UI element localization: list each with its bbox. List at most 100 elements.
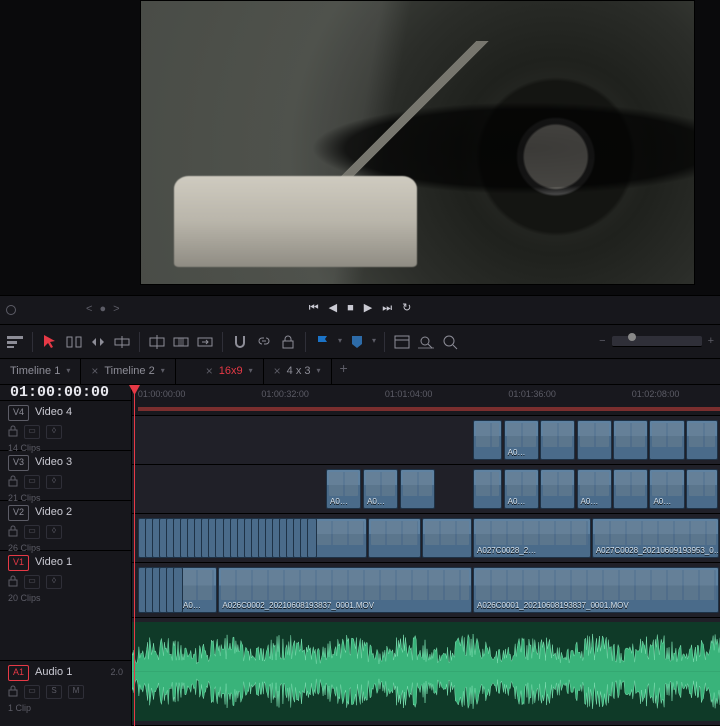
timeline-tab[interactable]: Timeline 1 ▾ (0, 359, 81, 384)
add-tab-button[interactable]: + (332, 359, 356, 384)
track-lane-a1[interactable] (132, 618, 720, 726)
scrub-bar[interactable]: < ● > ⏮ ◀ ■ ▶ ⏭ ↻ (0, 295, 720, 325)
clip[interactable] (540, 469, 575, 509)
lock-icon[interactable] (8, 575, 18, 589)
zoom-slider[interactable]: − + (467, 334, 714, 348)
program-monitor[interactable] (140, 0, 695, 285)
clip[interactable] (400, 469, 435, 509)
track-tag[interactable]: V1 (8, 555, 29, 571)
toggle-icon[interactable]: ◊ (46, 525, 62, 539)
track-header[interactable]: V4 Video 4 ▭ ◊ 14 Clips (0, 401, 131, 451)
clip[interactable] (173, 567, 183, 613)
lock-icon[interactable] (279, 333, 297, 351)
track-tag[interactable]: V4 (8, 405, 29, 421)
track-lane-v1[interactable]: A0…A026C0002_20210608193837_0001.MOVA026… (132, 563, 720, 618)
track-header[interactable]: V2 Video 2 ▭ ◊ 26 Clips (0, 501, 131, 551)
track-lane-v2[interactable]: A027C0028_2…A027C0028_20210609193953_0… (132, 514, 720, 563)
lock-icon[interactable] (8, 475, 18, 489)
lock-icon[interactable] (8, 685, 18, 699)
clip[interactable]: A0… (326, 469, 361, 509)
clip[interactable]: A0… (179, 567, 217, 613)
clip[interactable]: A0… (577, 469, 612, 509)
auto-select-icon[interactable]: ▭ (24, 575, 40, 589)
track-tag[interactable]: V3 (8, 455, 29, 471)
clip[interactable]: A0… (363, 469, 398, 509)
play-button[interactable]: ▶ (364, 301, 372, 315)
loop-button[interactable]: ↻ (402, 301, 411, 315)
clip[interactable] (686, 469, 718, 509)
auto-select-icon[interactable]: ▭ (24, 685, 40, 699)
clip[interactable] (473, 420, 502, 460)
flag-dropdown-icon[interactable]: ▾ (338, 336, 342, 346)
auto-select-icon[interactable]: ▭ (24, 425, 40, 439)
flag-icon[interactable] (314, 333, 332, 351)
lock-icon[interactable] (8, 425, 18, 439)
chevron-down-icon[interactable]: ▾ (161, 366, 165, 376)
clip[interactable]: A0… (649, 469, 684, 509)
track-header[interactable]: V1 Video 1 ▭ ◊ 20 Clips (0, 551, 131, 661)
track-lane-v4[interactable]: A0… (132, 416, 720, 465)
clip[interactable]: A0… (504, 420, 539, 460)
clip[interactable] (540, 420, 575, 460)
close-icon[interactable]: × (206, 364, 213, 380)
track-header[interactable]: V3 Video 3 ▭ ◊ 21 Clips (0, 451, 131, 501)
clip[interactable] (577, 420, 612, 460)
marker-dropdown-icon[interactable]: ▾ (372, 336, 376, 346)
clip[interactable]: A026C0001_20210608193837_0001.MOV (473, 567, 719, 613)
auto-select-icon[interactable]: ▭ (24, 525, 40, 539)
toggle-icon[interactable]: ◊ (46, 475, 62, 489)
dynamic-trim-icon[interactable] (89, 333, 107, 351)
clip[interactable] (613, 420, 648, 460)
chevron-down-icon[interactable]: ▾ (317, 366, 321, 376)
chevron-down-icon[interactable]: ▾ (66, 366, 70, 376)
timeline-canvas[interactable]: 01:00:00:0001:00:32:0001:01:04:0001:01:3… (132, 385, 720, 726)
timeline-tab[interactable]: × Timeline 2 ▾ (81, 359, 175, 384)
toggle-icon[interactable]: ◊ (46, 425, 62, 439)
track-header[interactable]: A1 Audio 1 2.0 ▭ SM 1 Clip (0, 661, 131, 726)
index-icon[interactable] (393, 333, 411, 351)
clip[interactable] (307, 518, 317, 558)
selection-tool-icon[interactable] (41, 333, 59, 351)
zoom-out-icon[interactable]: − (599, 334, 605, 348)
insert-clip-icon[interactable] (148, 333, 166, 351)
go-first-button[interactable]: ⏮ (309, 301, 319, 315)
timeline-view-icon[interactable] (6, 333, 24, 351)
marker-icon[interactable] (348, 333, 366, 351)
clip[interactable] (314, 518, 367, 558)
clip[interactable]: A026C0002_20210608193837_0001.MOV (218, 567, 471, 613)
clip[interactable] (649, 420, 684, 460)
zoom-in-icon[interactable]: + (708, 334, 714, 348)
clip[interactable] (686, 420, 718, 460)
clip[interactable] (473, 469, 502, 509)
aspect-tab[interactable]: × 4 x 3 ▾ (264, 359, 332, 384)
lock-icon[interactable] (8, 525, 18, 539)
close-icon[interactable]: × (91, 364, 98, 380)
solo-button[interactable]: S (46, 685, 62, 699)
track-tag[interactable]: A1 (8, 665, 29, 681)
time-ruler[interactable]: 01:00:00:0001:00:32:0001:01:04:0001:01:3… (132, 385, 720, 416)
clip[interactable]: A027C0028_20210609193953_0… (592, 518, 719, 558)
search-timeline-icon[interactable] (417, 333, 435, 351)
clip[interactable] (422, 518, 471, 558)
chevron-down-icon[interactable]: ▾ (249, 366, 253, 376)
track-tag[interactable]: V2 (8, 505, 29, 521)
clip[interactable] (613, 469, 648, 509)
playhead[interactable] (134, 385, 135, 726)
clip[interactable]: A027C0028_2… (473, 518, 591, 558)
search-icon[interactable] (441, 333, 459, 351)
blade-tool-icon[interactable] (113, 333, 131, 351)
play-reverse-button[interactable]: ◀ (329, 301, 337, 315)
stop-button[interactable]: ■ (347, 301, 354, 315)
track-lane-v3[interactable]: A0…A0…A0…A0…A0… (132, 465, 720, 514)
close-icon[interactable]: × (274, 364, 281, 380)
clip[interactable] (368, 518, 421, 558)
snap-icon[interactable] (231, 333, 249, 351)
aspect-tab[interactable]: × 16x9 ▾ (196, 359, 264, 384)
toggle-icon[interactable]: ◊ (46, 575, 62, 589)
auto-select-icon[interactable]: ▭ (24, 475, 40, 489)
link-icon[interactable] (255, 333, 273, 351)
nudge-controls[interactable]: < ● > (86, 302, 122, 316)
mute-button[interactable]: M (68, 685, 84, 699)
go-last-button[interactable]: ⏭ (382, 301, 392, 315)
clip[interactable]: A0… (504, 469, 539, 509)
